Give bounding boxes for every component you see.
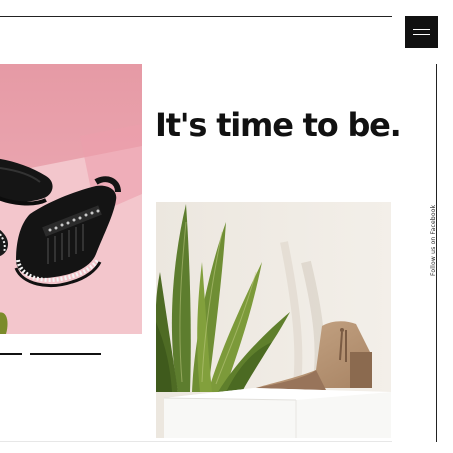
top-divider bbox=[0, 16, 392, 17]
hero-image-sandals bbox=[0, 64, 142, 334]
slider-indicator-2[interactable] bbox=[30, 353, 101, 355]
hero-image-boot bbox=[156, 202, 391, 438]
hero-headline: It's time to be. bbox=[155, 106, 402, 144]
slider-indicator-1[interactable] bbox=[0, 353, 22, 355]
follow-facebook-link[interactable]: Follow us on Facebook bbox=[430, 205, 437, 276]
menu-icon-bar-top bbox=[413, 29, 430, 30]
menu-icon-bar-bottom bbox=[413, 34, 430, 35]
menu-button[interactable] bbox=[405, 16, 438, 48]
bottom-divider bbox=[0, 441, 392, 442]
